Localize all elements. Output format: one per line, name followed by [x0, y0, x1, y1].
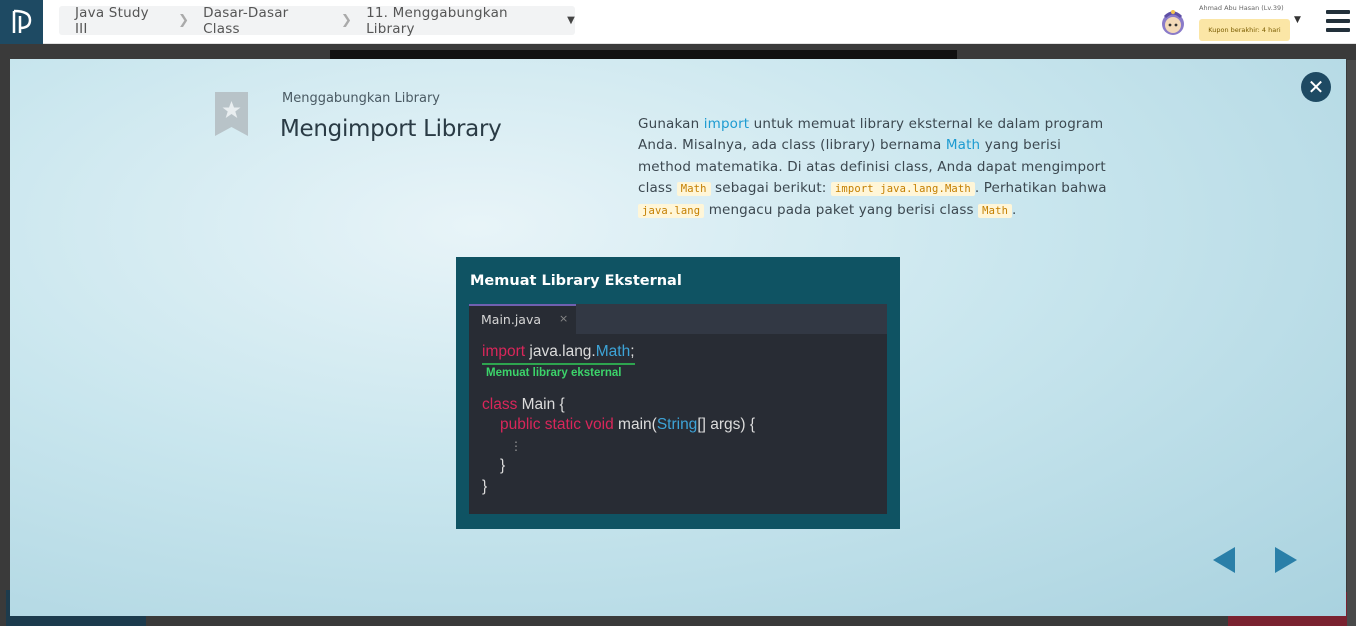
code-text: ; [630, 343, 635, 360]
code-keyword: public static void [500, 416, 614, 433]
chevron-right-icon: ❯ [340, 13, 353, 28]
code-class: Math [595, 343, 631, 360]
code-line: } [482, 477, 488, 495]
code-figure: Memuat Library Eksternal Main.java × imp… [456, 257, 900, 529]
breadcrumb-chapter[interactable]: Dasar-Dasar Class [203, 5, 327, 37]
section-label: Menggabungkan Library [282, 91, 440, 106]
avatar[interactable] [1157, 7, 1189, 39]
code-text: java.lang. [525, 343, 596, 360]
code-class: String [656, 416, 698, 433]
slide-title: Mengimport Library [280, 116, 502, 142]
code-text: main( [613, 416, 657, 433]
breadcrumb: Java Study III ❯ Dasar-Dasar Class ❯ 11.… [59, 5, 575, 37]
breadcrumb-course[interactable]: Java Study III [75, 5, 164, 37]
code-keyword: class [482, 395, 518, 413]
breadcrumb-lesson[interactable]: 11. Menggabungkan Library [366, 5, 557, 37]
user-name: Ahmad Abu Hasan (Lv.39) [1199, 4, 1284, 12]
caret-down-icon[interactable]: ▼ [567, 15, 575, 26]
code-editor: Main.java × import java.lang.Math; Memua… [469, 304, 887, 514]
code-line: public static void main(String[] args) { [482, 415, 755, 436]
desc-text: . Perhatikan bahwa [974, 179, 1107, 196]
desc-text: sebagai berikut: [710, 179, 831, 196]
code-line: ⋮ [510, 438, 522, 453]
code-block: import java.lang.Math; Memuat library ek… [482, 342, 755, 497]
code-text: [] args) { [697, 416, 756, 433]
coupon-badge: Kupon berakhir: 4 hari [1199, 19, 1290, 41]
editor-tab-bar: Main.java × [469, 304, 887, 334]
tab-close-icon: × [559, 312, 569, 325]
code-line: class Main { [482, 395, 755, 416]
background-scroll-area [1347, 60, 1356, 626]
code-line: import java.lang.Math; [482, 342, 755, 365]
desc-text: mengacu pada paket yang berisi class [704, 202, 979, 219]
slide-modal: ✕ Menggabungkan Library Mengimport Libra… [10, 59, 1346, 616]
inline-code: java.lang [638, 204, 705, 219]
prev-slide-icon[interactable] [1213, 547, 1235, 573]
editor-tab: Main.java × [469, 304, 576, 334]
code-keyword: import [482, 343, 526, 360]
top-navbar: Java Study III ❯ Dasar-Dasar Class ❯ 11.… [0, 0, 1356, 44]
desc-keyword: Math [945, 137, 981, 154]
chevron-right-icon: ❯ [178, 13, 190, 28]
code-line: } [500, 457, 506, 474]
user-dropdown-caret-icon[interactable]: ▼ [1294, 15, 1301, 25]
inline-code: import java.lang.Math [830, 181, 975, 196]
next-slide-icon[interactable] [1275, 547, 1297, 573]
code-text: Main { [517, 395, 565, 413]
editor-tab-label: Main.java [481, 312, 542, 327]
bookmark-icon[interactable] [215, 92, 248, 136]
inline-code: Math [676, 181, 711, 196]
hamburger-menu-icon[interactable] [1326, 10, 1350, 32]
close-icon[interactable]: ✕ [1301, 72, 1331, 102]
code-annotation: Memuat library eksternal [486, 366, 622, 379]
slide-description: Gunakan import untuk memuat library ekst… [638, 114, 1118, 222]
desc-text: . [1012, 202, 1017, 219]
figure-title: Memuat Library Eksternal [470, 273, 682, 289]
inline-code: Math [978, 204, 1013, 219]
desc-keyword: import [703, 116, 750, 132]
desc-text: Gunakan [638, 116, 704, 132]
logo-icon[interactable] [0, 0, 43, 44]
